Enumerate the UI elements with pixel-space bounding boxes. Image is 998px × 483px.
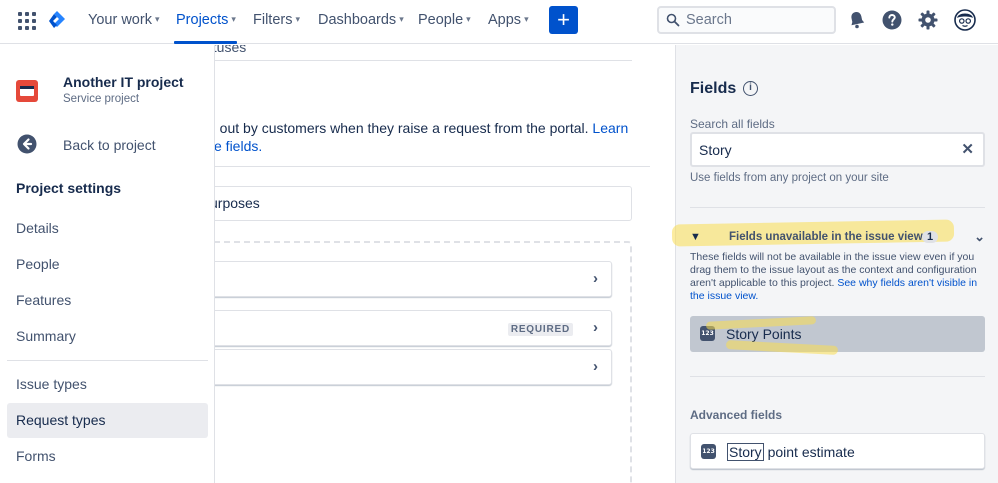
sidebar-item-people[interactable]: People <box>7 247 208 282</box>
create-button[interactable]: + <box>549 6 578 34</box>
chevron-right-icon: › <box>593 319 598 336</box>
section-divider <box>215 166 650 167</box>
global-search[interactable] <box>657 6 836 34</box>
nav-people[interactable]: People ▾ <box>418 12 471 28</box>
sidebar-item-summary[interactable]: Summary <box>7 319 208 354</box>
chevron-down-icon: ▾ <box>295 14 301 24</box>
field-search-label: Search all fields <box>690 117 775 131</box>
nav-dashboards[interactable]: Dashboards ▾ <box>318 12 404 28</box>
project-type: Service project <box>63 93 140 105</box>
unavailable-count-badge: 1 <box>922 231 939 243</box>
help-icon[interactable] <box>881 9 903 31</box>
clear-search-icon[interactable]: ✕ <box>961 140 974 158</box>
panel-divider <box>690 376 985 377</box>
field-row[interactable]: REQUIRED › <box>215 310 612 346</box>
settings-gear-icon[interactable] <box>917 9 939 31</box>
field-search-input[interactable]: Story ✕ <box>690 132 985 167</box>
sidebar-item-forms[interactable]: Forms <box>7 439 208 474</box>
required-badge: REQUIRED <box>507 323 573 336</box>
chevron-down-icon: ▾ <box>231 14 236 24</box>
expand-toggle-icon[interactable]: ▼ <box>690 231 701 243</box>
nav-projects[interactable]: Projects ▾ <box>176 12 236 28</box>
field-row[interactable]: › <box>215 349 612 385</box>
field-card-story-point-estimate[interactable]: 123 Story point estimate <box>690 433 985 469</box>
advanced-fields-heading: Advanced fields <box>690 408 783 422</box>
notification-bell-icon[interactable] <box>846 9 868 31</box>
sidebar-item-details[interactable]: Details <box>7 211 208 246</box>
unavailable-fields-note: These fields will not be available in th… <box>690 251 978 302</box>
nav-apps[interactable]: Apps ▾ <box>488 12 529 28</box>
chevron-down-icon: ▾ <box>466 14 471 24</box>
sidebar-heading: Project settings <box>16 180 122 196</box>
back-arrow-icon[interactable] <box>17 134 37 154</box>
tab-statuses[interactable]: atuses <box>215 45 246 55</box>
top-navigation: Your work ▾ Projects ▾ Filters ▾ Dashboards… <box>0 0 998 44</box>
customize-fields-link[interactable]: ze fields. <box>215 138 262 154</box>
jira-logo-icon[interactable] <box>47 9 67 33</box>
number-field-icon: 123 <box>701 444 716 459</box>
chevron-down-icon: ▾ <box>524 14 529 24</box>
sidebar-divider <box>7 360 208 361</box>
project-avatar-icon <box>16 80 38 102</box>
user-avatar-icon[interactable] <box>954 9 976 31</box>
field-search-hint: Use fields from any project on your site <box>690 172 889 184</box>
project-name: Another IT project <box>63 74 184 90</box>
app-switcher-icon[interactable] <box>18 12 36 30</box>
unavailable-fields-label: Fields unavailable in the issue view <box>729 231 923 243</box>
nav-filters[interactable]: Filters ▾ <box>253 12 300 28</box>
sidebar-item-issue-types[interactable]: Issue types <box>7 367 208 402</box>
learn-more-link[interactable]: Learn <box>592 120 628 136</box>
fields-panel: Fields i Search all fields Story ✕ Use f… <box>671 45 998 483</box>
chevron-right-icon: › <box>593 270 598 287</box>
fields-panel-title: Fields <box>690 80 737 97</box>
chevron-right-icon: › <box>593 358 598 375</box>
chevron-down-icon[interactable]: ⌄ <box>974 229 985 245</box>
tab-divider <box>215 60 632 61</box>
request-type-editor: atuses d out by customers when they rais… <box>215 45 675 483</box>
back-to-project-link[interactable]: Back to project <box>63 137 156 153</box>
nav-your-work[interactable]: Your work ▾ <box>88 12 159 28</box>
info-icon[interactable]: i <box>743 81 758 96</box>
sidebar-item-request-types[interactable]: Request types <box>7 403 208 438</box>
search-icon <box>666 13 680 27</box>
request-type-description-field[interactable]: urposes <box>215 186 632 221</box>
active-nav-indicator <box>174 41 237 44</box>
project-settings-sidebar: Another IT project Service project Back … <box>0 45 215 483</box>
unavailable-fields-section-header[interactable]: ▼ Fields unavailable in the issue view 1… <box>690 229 985 246</box>
global-search-input[interactable] <box>686 11 831 29</box>
sidebar-item-features[interactable]: Features <box>7 283 208 318</box>
field-row[interactable]: › <box>215 261 612 297</box>
description-text: d out by customers when they raise a req… <box>215 120 629 136</box>
chevron-down-icon: ▾ <box>399 14 404 24</box>
panel-divider <box>690 207 985 208</box>
chevron-down-icon: ▾ <box>154 14 160 24</box>
search-match-highlight: Story <box>727 443 764 461</box>
